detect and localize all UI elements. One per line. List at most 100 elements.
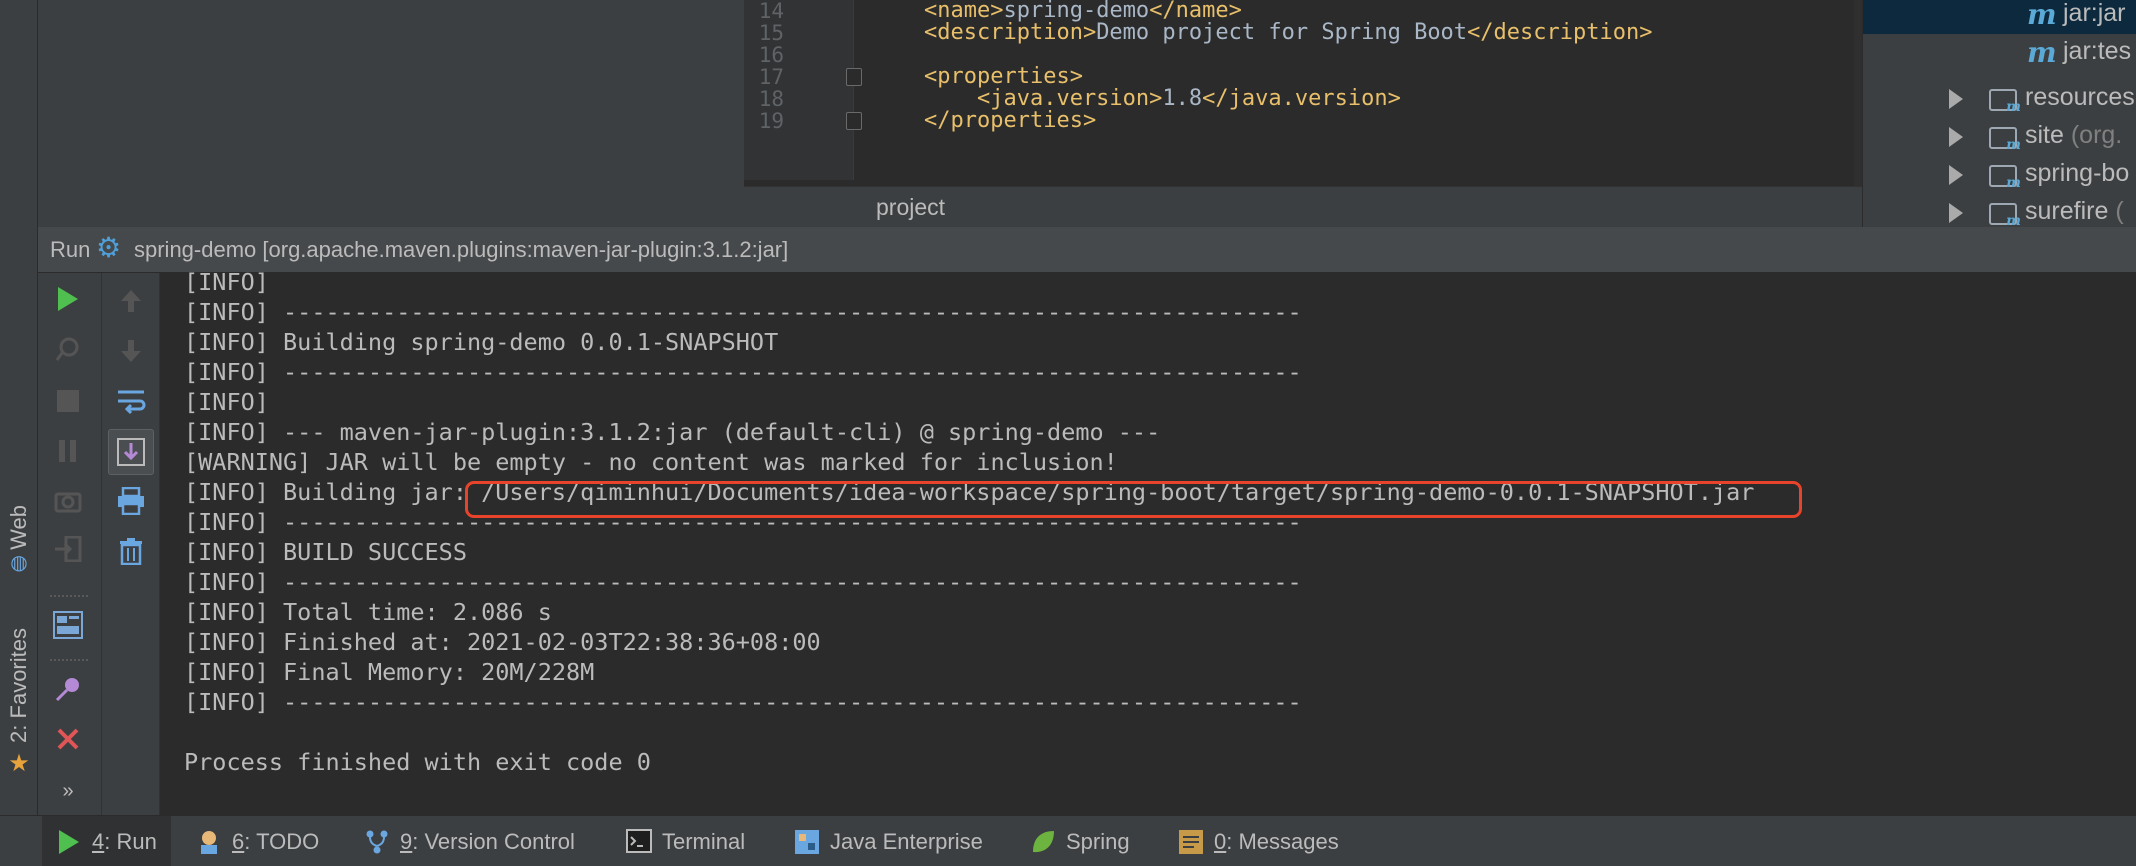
- tool-tab-run[interactable]: 4: Run: [42, 816, 171, 866]
- xml-editor[interactable]: 14 15 16 17 18 19 <name>spring-demo</name> <de…: [744, 0, 1862, 227]
- console-line: [INFO]: [184, 388, 269, 416]
- run-toolbar-primary: »: [38, 273, 102, 815]
- breadcrumb-item-project[interactable]: project: [876, 194, 945, 221]
- run-toolbar-secondary: [102, 273, 160, 815]
- tool-tab-version-control[interactable]: 9: Version Control: [350, 816, 589, 866]
- maven-goal-item[interactable]: m jar:tes: [1863, 34, 2136, 72]
- maven-plugin-label: surefire: [2025, 197, 2109, 225]
- maven-goal-label: jar:jar: [2063, 0, 2126, 27]
- toolbar-separator: [50, 595, 88, 597]
- java-enterprise-icon: [794, 829, 820, 855]
- tool-tab-label: 6: TODO: [232, 829, 319, 855]
- stop-button[interactable]: [48, 381, 88, 421]
- exit-button[interactable]: [48, 529, 88, 569]
- editor-gutter: 14 15 16 17 18 19: [744, 0, 862, 180]
- tool-tab-todo[interactable]: 6: TODO: [182, 816, 333, 866]
- print-button[interactable]: [111, 481, 151, 521]
- tool-tab-label: Java Enterprise: [830, 829, 983, 855]
- tool-tab-messages[interactable]: 0: Messages: [1164, 816, 1353, 866]
- maven-projects-panel: mjar:jarmjar:tesresourcessite (org.sprin…: [1862, 0, 2136, 229]
- soft-wrap-button[interactable]: [111, 381, 151, 421]
- maven-plugin-icon: [1989, 203, 2021, 229]
- tool-tab-java-enterprise[interactable]: Java Enterprise: [780, 816, 997, 866]
- trash-icon: [120, 538, 142, 565]
- console-line: [INFO] Total time: 2.086 s: [184, 598, 552, 626]
- expand-arrow-icon[interactable]: [1949, 203, 1963, 223]
- maven-goal-item[interactable]: m jar:jar: [1863, 0, 2136, 34]
- web-icon: ◍: [10, 551, 28, 574]
- console-line: [INFO] ---------------------------------…: [184, 358, 1302, 386]
- maven-plugin-item[interactable]: resources: [1863, 80, 2136, 118]
- tool-tab-text: Terminal: [662, 828, 746, 854]
- expand-arrow-icon[interactable]: [1949, 89, 1963, 109]
- console-line: [INFO] ---------------------------------…: [184, 688, 1302, 716]
- tool-tab-terminal[interactable]: Terminal: [612, 816, 759, 866]
- tool-tab-text: : Version Control: [412, 828, 575, 854]
- tool-tab-label: Terminal: [662, 829, 745, 855]
- tool-tab-label: Spring: [1066, 829, 1130, 855]
- debug-icon: [55, 337, 79, 361]
- tool-tab-spring[interactable]: Spring: [1016, 816, 1144, 866]
- fold-marker-icon[interactable]: [846, 112, 862, 130]
- clear-all-button[interactable]: [111, 531, 151, 571]
- tool-tab-text: : Run: [104, 828, 157, 854]
- scroll-up-button[interactable]: [111, 281, 151, 321]
- tool-tab-label: 9: Version Control: [400, 829, 575, 855]
- editor-breadcrumb[interactable]: project: [744, 186, 1862, 227]
- expand-arrow-icon[interactable]: [1949, 165, 1963, 185]
- favorites-tool-tab[interactable]: 2: Favorites ★: [0, 628, 38, 778]
- xml-tag: <description>: [924, 20, 1097, 45]
- print-icon: [118, 487, 144, 515]
- rerun-button[interactable]: [48, 279, 88, 319]
- line-number: 18: [758, 87, 784, 111]
- scroll-down-button[interactable]: [111, 331, 151, 371]
- expand-arrow-icon[interactable]: [1949, 127, 1963, 147]
- tool-tab-text: Spring: [1066, 828, 1130, 854]
- maven-plugin-label: spring-bo: [2025, 159, 2130, 187]
- run-configuration-name: spring-demo [org.apache.maven.plugins:ma…: [134, 237, 789, 262]
- console-line: [INFO] ---------------------------------…: [184, 298, 1302, 326]
- version-control-icon: [364, 829, 390, 855]
- run-console-output[interactable]: [INFO] [INFO] ---------------------------…: [160, 268, 2136, 815]
- maven-plugin-icon: [1989, 165, 2021, 191]
- tool-tab-shortcut: 0: [1214, 828, 1227, 854]
- jar-path-highlight: [465, 481, 1802, 518]
- spring-icon: [1030, 829, 1056, 855]
- web-tab-label: Web: [6, 505, 31, 550]
- run-tool-window-header: Run ⚙ spring-demo [org.apache.maven.plug…: [38, 227, 2136, 273]
- console-line: [INFO] Building spring-demo 0.0.1-SNAPSH…: [184, 328, 779, 356]
- console-line: [INFO] Final Memory: 20M/228M: [184, 658, 595, 686]
- stop-icon: [57, 390, 79, 412]
- pause-button[interactable]: [48, 431, 88, 471]
- dump-threads-button[interactable]: [48, 481, 88, 521]
- messages-icon: [1178, 829, 1204, 855]
- line-number: 14: [758, 0, 784, 23]
- editor-scrollbar[interactable]: [1854, 0, 1862, 186]
- debug-button[interactable]: [48, 329, 88, 369]
- pause-icon: [59, 440, 76, 462]
- code-line: </properties>: [924, 108, 1096, 133]
- run-title: Run: [50, 237, 91, 262]
- tool-tab-text: Java Enterprise: [830, 828, 983, 854]
- fold-marker-icon[interactable]: [846, 68, 862, 86]
- more-actions-icon[interactable]: »: [48, 771, 88, 811]
- restore-layout-button[interactable]: [48, 605, 88, 645]
- layout-icon: [53, 611, 83, 639]
- console-line: [INFO] ---------------------------------…: [184, 568, 1302, 596]
- maven-goal-icon: m: [2027, 36, 2057, 69]
- star-icon: ★: [8, 749, 30, 777]
- console-line: [INFO]: [184, 268, 269, 296]
- maven-plugin-group: (org.: [2063, 121, 2123, 149]
- scroll-to-end-button[interactable]: [108, 429, 154, 475]
- tool-tab-text: : TODO: [244, 828, 320, 854]
- maven-plugin-item[interactable]: site (org.: [1863, 118, 2136, 156]
- tool-tab-text: : Messages: [1226, 828, 1339, 854]
- maven-plugin-icon: [1989, 127, 2021, 153]
- xml-text: 1.8: [1162, 86, 1203, 111]
- maven-plugin-item[interactable]: spring-bo: [1863, 156, 2136, 194]
- pin-tab-button[interactable]: [48, 669, 88, 709]
- tool-tab-shortcut: 4: [92, 828, 105, 854]
- web-tool-tab[interactable]: ◍ Web: [0, 505, 38, 581]
- soft-wrap-icon: [118, 390, 146, 415]
- close-run-button[interactable]: [48, 719, 88, 759]
